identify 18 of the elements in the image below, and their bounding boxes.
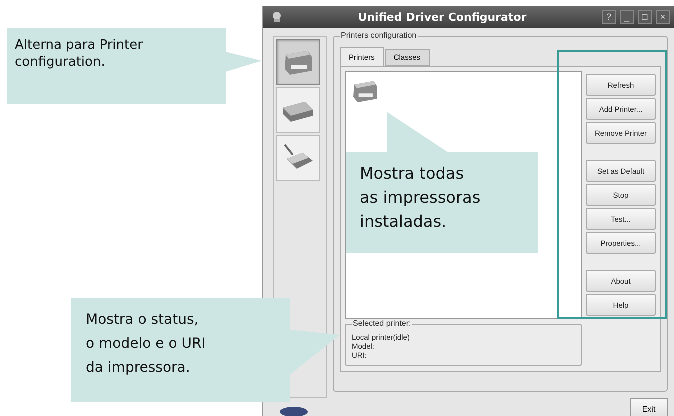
- window-control[interactable]: _: [620, 10, 634, 24]
- exit-button[interactable]: Exit: [630, 398, 668, 416]
- window-title: Unified Driver Configurator: [357, 10, 528, 24]
- app-icon: [271, 11, 283, 23]
- callout-note: Mostra o status, o modelo e o URI da impressora.: [71, 298, 290, 402]
- window-control[interactable]: □: [638, 10, 652, 24]
- sidebar-tool-button[interactable]: [276, 39, 320, 85]
- callout-pointer: [290, 330, 340, 375]
- sidebar-tool-button[interactable]: [276, 135, 320, 181]
- callout-note: Alterna para Printer configuration.: [7, 28, 226, 104]
- group-label: Selected printer:: [352, 319, 412, 328]
- callout-pointer: [226, 50, 262, 74]
- callout-pointer: [387, 112, 449, 153]
- window-control[interactable]: ?: [602, 10, 616, 24]
- group-label: Printers configuration: [340, 31, 418, 40]
- window-control[interactable]: ×: [656, 10, 670, 24]
- sidebar-tool-button[interactable]: [276, 87, 320, 133]
- logo-icon: [279, 406, 309, 416]
